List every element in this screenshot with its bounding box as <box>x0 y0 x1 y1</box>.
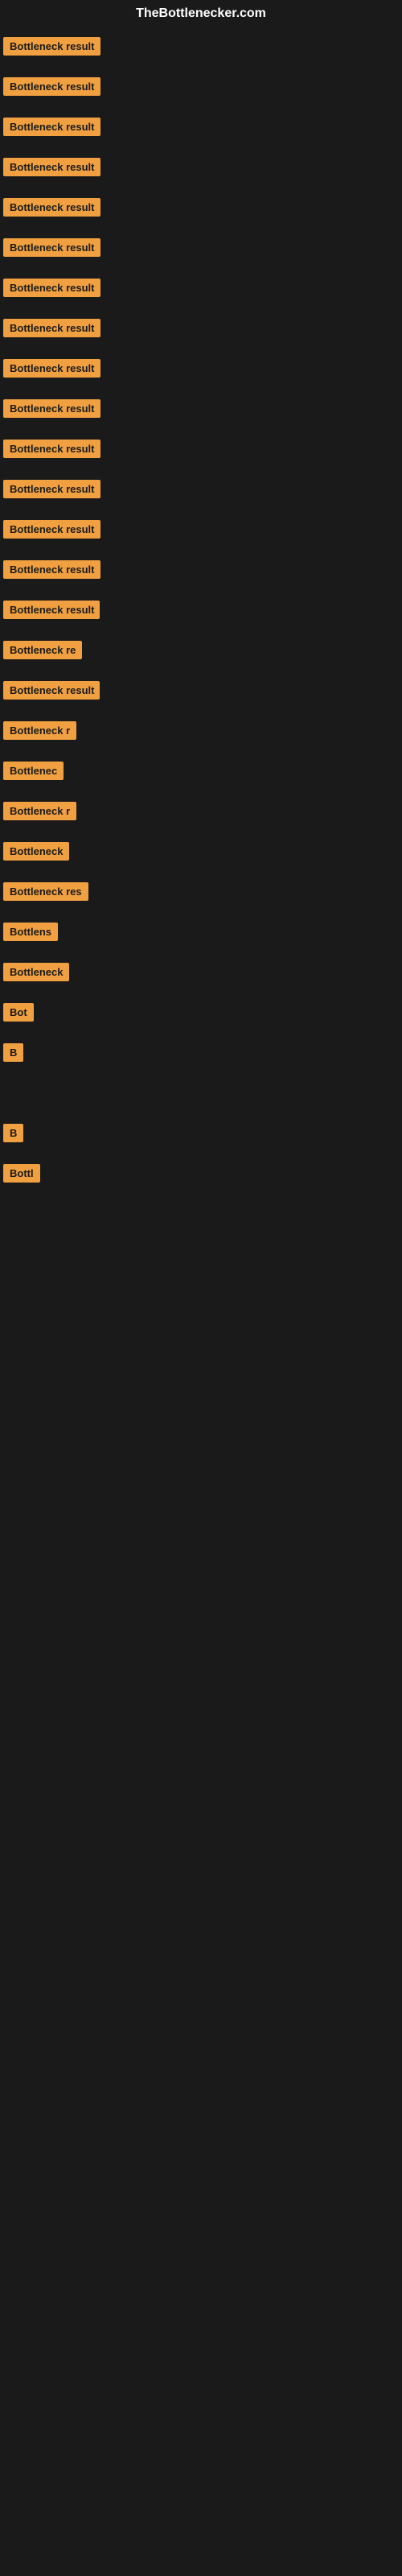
list-item[interactable] <box>0 1193 402 1233</box>
bottleneck-badge: Bottleneck re <box>3 641 82 659</box>
bottleneck-badge: Bottleneck r <box>3 721 76 740</box>
bottleneck-badge: Bottleneck result <box>3 560 100 579</box>
list-item[interactable]: Bottleneck result <box>0 388 402 428</box>
bottleneck-badge: Bottleneck result <box>3 158 100 176</box>
bottleneck-badge: Bottleneck result <box>3 37 100 56</box>
bottleneck-list: Bottleneck result Bottleneck result Bottle… <box>0 26 402 1475</box>
bottleneck-badge: Bottleneck res <box>3 882 88 901</box>
bottleneck-badge: Bottlens <box>3 923 58 941</box>
list-item[interactable] <box>0 1394 402 1435</box>
list-item[interactable] <box>0 1314 402 1354</box>
bottleneck-badge: Bottleneck result <box>3 520 100 539</box>
list-item[interactable] <box>0 1072 402 1113</box>
list-item[interactable]: Bottleneck result <box>0 106 402 147</box>
bottleneck-badge: Bottleneck result <box>3 399 100 418</box>
bottleneck-badge: Bottleneck result <box>3 118 100 136</box>
list-item[interactable]: Bottleneck result <box>0 147 402 187</box>
bottleneck-badge: Bottleneck result <box>3 238 100 257</box>
bottleneck-badge: Bottleneck result <box>3 359 100 378</box>
list-item[interactable]: Bottleneck result <box>0 670 402 710</box>
bottleneck-badge: B <box>3 1124 23 1142</box>
list-item[interactable]: Bottleneck result <box>0 308 402 348</box>
list-item[interactable] <box>0 1435 402 1475</box>
list-item[interactable]: Bottleneck result <box>0 267 402 308</box>
list-item[interactable]: B <box>0 1032 402 1072</box>
list-item[interactable]: Bottleneck result <box>0 348 402 388</box>
list-item[interactable]: Bottleneck result <box>0 549 402 589</box>
list-item[interactable]: Bottleneck result <box>0 227 402 267</box>
list-item[interactable]: Bottleneck <box>0 952 402 992</box>
list-item[interactable] <box>0 1354 402 1394</box>
bottleneck-badge: Bottleneck result <box>3 319 100 337</box>
bottleneck-badge: Bottleneck result <box>3 480 100 498</box>
bottleneck-badge: Bottleneck result <box>3 198 100 217</box>
list-item[interactable]: Bottlens <box>0 911 402 952</box>
list-item[interactable]: Bottleneck result <box>0 187 402 227</box>
bottleneck-badge: B <box>3 1043 23 1062</box>
list-item[interactable]: Bottleneck res <box>0 871 402 911</box>
bottleneck-badge: Bottleneck result <box>3 279 100 297</box>
bottleneck-badge: Bottleneck result <box>3 601 100 619</box>
list-item[interactable]: Bottleneck result <box>0 428 402 469</box>
bottleneck-badge: Bottlenec <box>3 762 64 780</box>
list-item[interactable]: Bottleneck re <box>0 630 402 670</box>
bottleneck-badge: Bottleneck result <box>3 440 100 458</box>
list-item[interactable]: B <box>0 1113 402 1153</box>
list-item[interactable]: Bottleneck result <box>0 469 402 509</box>
list-item[interactable]: Bot <box>0 992 402 1032</box>
list-item[interactable]: Bottleneck r <box>0 791 402 831</box>
list-item[interactable]: Bottleneck <box>0 831 402 871</box>
bottleneck-badge: Bottleneck r <box>3 802 76 820</box>
list-item[interactable] <box>0 1233 402 1274</box>
list-item[interactable]: Bottleneck result <box>0 66 402 106</box>
bottleneck-badge: Bottleneck <box>3 842 69 861</box>
list-item[interactable]: Bottleneck r <box>0 710 402 750</box>
list-item[interactable]: Bottleneck result <box>0 26 402 66</box>
list-item[interactable]: Bottleneck result <box>0 589 402 630</box>
list-item[interactable] <box>0 1274 402 1314</box>
bottleneck-badge: Bottleneck <box>3 963 69 981</box>
bottleneck-badge: Bot <box>3 1003 34 1022</box>
bottleneck-badge: Bottleneck result <box>3 681 100 700</box>
list-item[interactable]: Bottlenec <box>0 750 402 791</box>
site-title: TheBottlenecker.com <box>0 0 402 26</box>
list-item[interactable]: Bottl <box>0 1153 402 1193</box>
bottleneck-badge: Bottl <box>3 1164 40 1183</box>
bottleneck-badge: Bottleneck result <box>3 77 100 96</box>
list-item[interactable]: Bottleneck result <box>0 509 402 549</box>
site-header: TheBottlenecker.com <box>0 0 402 26</box>
